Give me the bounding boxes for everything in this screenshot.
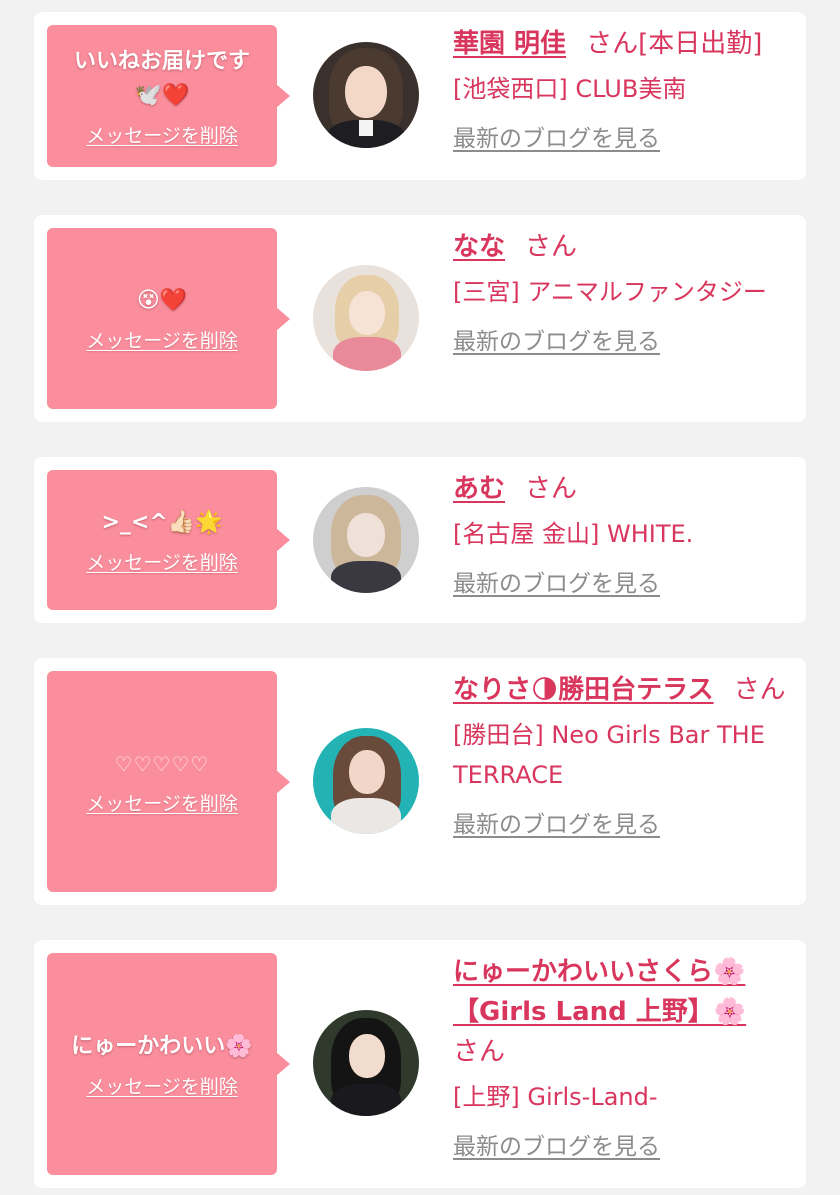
- message-text: >_<^👍🏻🌟: [101, 509, 223, 535]
- name-line: なな さん: [453, 227, 792, 267]
- like-message-list: いいねお届けです 🕊️❤️ メッセージを削除 華園 明佳 さん[本日出勤] [池袋…: [0, 0, 840, 1195]
- name-line: なりさ🌗勝田台テラス さん: [453, 670, 792, 710]
- message-card: ♡♡♡♡♡ メッセージを削除 なりさ🌗勝田台テラス さん [勝田台] Neo Gi…: [34, 658, 806, 905]
- delete-message-link[interactable]: メッセージを削除: [86, 789, 238, 816]
- message-card: にゅーかわいい🌸 メッセージを削除 にゅーかわいいさくら🌸【Girls Land…: [34, 940, 806, 1188]
- message-card: いいねお届けです 🕊️❤️ メッセージを削除 華園 明佳 さん[本日出勤] [池袋…: [34, 12, 806, 180]
- delete-message-link[interactable]: メッセージを削除: [86, 548, 238, 575]
- avatar[interactable]: [313, 487, 419, 593]
- honorific: さん: [525, 474, 578, 504]
- message-text: ♡♡♡♡♡: [114, 752, 210, 776]
- name-line: 華園 明佳 さん[本日出勤]: [453, 24, 792, 64]
- latest-blog-link[interactable]: 最新のブログを見る: [453, 322, 660, 356]
- delete-message-link[interactable]: メッセージを削除: [86, 121, 238, 148]
- message-card: 😵❤️ メッセージを削除 なな さん [三宮] アニマルファンタジー 最新のブログ…: [34, 215, 806, 422]
- cast-name-link[interactable]: 華園 明佳: [453, 29, 566, 59]
- latest-blog-link[interactable]: 最新のブログを見る: [453, 805, 660, 839]
- honorific: さん: [453, 1037, 506, 1067]
- latest-blog-link[interactable]: 最新のブログを見る: [453, 119, 660, 153]
- name-line: あむ さん: [453, 469, 792, 509]
- delete-message-link[interactable]: メッセージを削除: [86, 326, 238, 353]
- cast-info: なりさ🌗勝田台テラス さん [勝田台] Neo Girls Bar THE TER…: [453, 670, 792, 839]
- shop-info: [三宮] アニマルファンタジー: [453, 278, 767, 306]
- latest-blog-link[interactable]: 最新のブログを見る: [453, 1127, 660, 1161]
- message-text: 😵❤️: [136, 288, 188, 313]
- cast-info: あむ さん [名古屋 金山] WHITE. 最新のブログを見る: [453, 469, 792, 598]
- avatar[interactable]: [313, 265, 419, 371]
- cast-name-link[interactable]: なな: [453, 232, 505, 262]
- avatar[interactable]: [313, 42, 419, 148]
- latest-blog-link[interactable]: 最新のブログを見る: [453, 564, 660, 598]
- cast-name-link[interactable]: にゅーかわいいさくら🌸【Girls Land 上野】🌸: [453, 957, 746, 1027]
- cast-info: なな さん [三宮] アニマルファンタジー 最新のブログを見る: [453, 227, 792, 356]
- honorific: さん: [586, 29, 639, 59]
- cast-info: にゅーかわいいさくら🌸【Girls Land 上野】🌸 さん [上野] Girls…: [453, 952, 792, 1161]
- name-line: にゅーかわいいさくら🌸【Girls Land 上野】🌸 さん: [453, 952, 792, 1072]
- message-bubble: いいねお届けです 🕊️❤️ メッセージを削除: [47, 25, 290, 167]
- honorific: さん: [733, 675, 786, 705]
- shop-info: [上野] Girls-Land-: [453, 1083, 658, 1111]
- avatar[interactable]: [313, 1010, 419, 1116]
- cast-name-link[interactable]: なりさ🌗勝田台テラス: [453, 675, 714, 705]
- message-bubble: 😵❤️ メッセージを削除: [47, 228, 290, 409]
- cast-name-link[interactable]: あむ: [453, 474, 505, 504]
- avatar[interactable]: [313, 728, 419, 834]
- message-text: にゅーかわいい🌸: [71, 1033, 253, 1059]
- message-card: >_<^👍🏻🌟 メッセージを削除 あむ さん [名古屋 金山] WHITE. 最新…: [34, 457, 806, 623]
- honorific: さん: [525, 232, 578, 262]
- message-bubble: にゅーかわいい🌸 メッセージを削除: [47, 953, 290, 1175]
- work-status-tag: [本日出勤]: [638, 29, 763, 59]
- message-bubble: ♡♡♡♡♡ メッセージを削除: [47, 671, 290, 892]
- message-bubble: >_<^👍🏻🌟 メッセージを削除: [47, 470, 290, 610]
- shop-info: [名古屋 金山] WHITE.: [453, 520, 694, 548]
- shop-info: [勝田台] Neo Girls Bar THE TERRACE: [453, 721, 765, 789]
- delete-message-link[interactable]: メッセージを削除: [86, 1072, 238, 1099]
- shop-info: [池袋西口] CLUB美南: [453, 75, 687, 103]
- cast-info: 華園 明佳 さん[本日出勤] [池袋西口] CLUB美南 最新のブログを見る: [453, 24, 792, 153]
- message-text: いいねお届けです 🕊️❤️: [73, 48, 250, 108]
